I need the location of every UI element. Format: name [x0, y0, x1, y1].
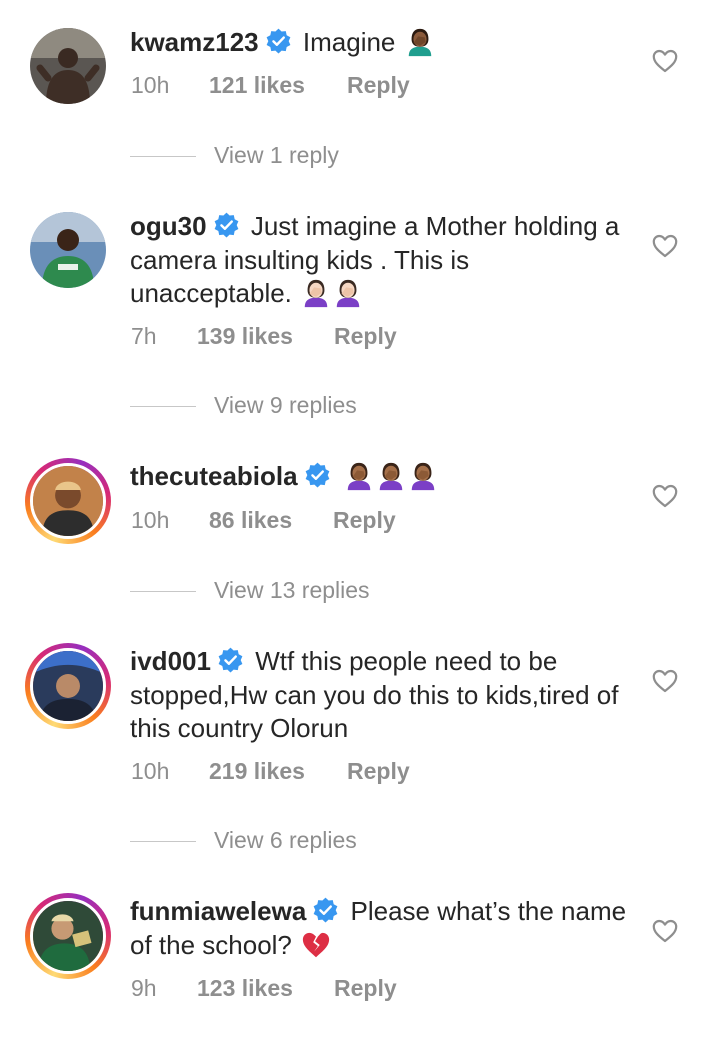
view-replies-button[interactable]: View 6 replies	[130, 827, 357, 854]
comment-time: 7h	[131, 323, 157, 349]
comment-time: 10h	[131, 758, 170, 784]
comment-text: Imagine	[302, 27, 396, 57]
reply-button[interactable]: Reply	[333, 507, 396, 534]
avatar-inner	[30, 898, 106, 974]
likes-count[interactable]: 139 likes	[197, 323, 334, 350]
verified-badge-icon	[312, 897, 339, 924]
reply-button[interactable]: Reply	[347, 758, 410, 785]
comment-meta: 10h 121 likes Reply	[131, 72, 410, 99]
heart-outline-icon[interactable]	[652, 669, 678, 693]
avatar-inner	[30, 463, 106, 539]
view-replies-label: View 9 replies	[214, 392, 357, 418]
heart-outline-icon[interactable]	[652, 234, 678, 258]
facepalm-emoji	[405, 27, 435, 57]
divider-line	[130, 156, 196, 158]
facepalm-emoji	[376, 461, 406, 491]
likes-count[interactable]: 123 likes	[197, 975, 334, 1002]
comment-meta: 10h 86 likes Reply	[131, 507, 396, 534]
comment-username[interactable]: ivd001	[130, 646, 211, 676]
facepalm-emoji	[301, 278, 331, 308]
likes-count[interactable]: 121 likes	[209, 72, 347, 99]
avatar-inner	[30, 648, 106, 724]
heart-outline-icon[interactable]	[652, 49, 678, 73]
heart-outline-icon[interactable]	[652, 484, 678, 508]
view-replies-label: View 13 replies	[214, 577, 370, 603]
avatar-image	[33, 651, 103, 721]
avatar[interactable]	[25, 458, 111, 544]
comment-username[interactable]: kwamz123	[130, 27, 259, 57]
divider-line	[130, 406, 196, 408]
verified-badge-icon	[265, 28, 292, 55]
likes-count[interactable]: 86 likes	[209, 507, 333, 534]
comment-time: 9h	[131, 975, 157, 1001]
reply-button[interactable]: Reply	[334, 323, 397, 350]
divider-line	[130, 591, 196, 593]
divider-line	[130, 841, 196, 843]
view-replies-button[interactable]: View 9 replies	[130, 392, 357, 419]
avatar-image	[30, 28, 106, 104]
comment-body: ivd001 Wtf this people need to be stoppe…	[130, 645, 630, 746]
view-replies-button[interactable]: View 1 reply	[130, 142, 339, 169]
comment-body: ogu30 Just imagine a Mother holding a ca…	[130, 210, 630, 311]
reply-button[interactable]: Reply	[334, 975, 397, 1002]
avatar[interactable]	[30, 28, 106, 104]
facepalm-emoji	[344, 461, 374, 491]
comment-meta: 7h 139 likes Reply	[131, 323, 397, 350]
heart-outline-icon[interactable]	[652, 919, 678, 943]
likes-count[interactable]: 219 likes	[209, 758, 347, 785]
view-replies-label: View 1 reply	[214, 142, 339, 168]
verified-badge-icon	[213, 212, 240, 239]
comment-username[interactable]: thecuteabiola	[130, 461, 298, 491]
comment-body: kwamz123 Imagine	[130, 26, 630, 60]
comment-meta: 10h 219 likes Reply	[131, 758, 410, 785]
comment-time: 10h	[131, 72, 170, 98]
comment-meta: 9h 123 likes Reply	[131, 975, 397, 1002]
comment-body: funmiawelewa Please what’s the name of t…	[130, 895, 630, 962]
avatar-image	[33, 901, 103, 971]
facepalm-emoji	[408, 461, 438, 491]
reply-button[interactable]: Reply	[347, 72, 410, 99]
avatar-image	[30, 212, 106, 288]
avatar[interactable]	[25, 893, 111, 979]
broken-heart-emoji	[301, 930, 331, 960]
comment-username[interactable]: ogu30	[130, 211, 207, 241]
facepalm-emoji	[333, 278, 363, 308]
avatar[interactable]	[25, 643, 111, 729]
comment-body: thecuteabiola	[130, 460, 630, 494]
verified-badge-icon	[217, 647, 244, 674]
view-replies-label: View 6 replies	[214, 827, 357, 853]
view-replies-button[interactable]: View 13 replies	[130, 577, 370, 604]
comment-username[interactable]: funmiawelewa	[130, 896, 306, 926]
avatar[interactable]	[30, 212, 106, 288]
verified-badge-icon	[304, 462, 331, 489]
avatar-image	[33, 466, 103, 536]
comment-time: 10h	[131, 507, 170, 533]
